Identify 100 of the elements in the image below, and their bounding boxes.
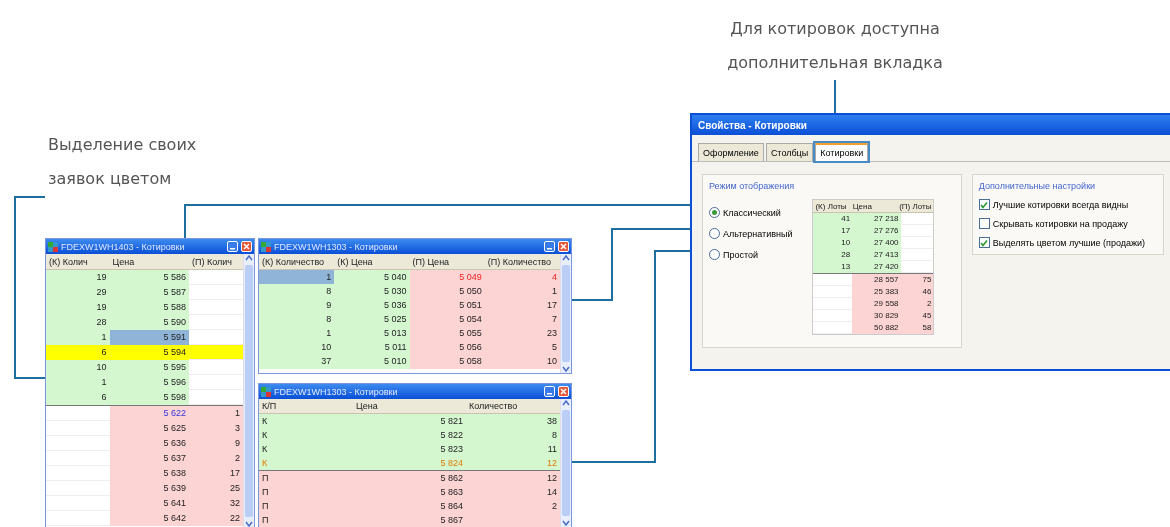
- table-cell: 27 400: [852, 237, 901, 249]
- radio-label: Альтернативный: [723, 228, 793, 239]
- caption-text: дополнительная вкладка: [726, 52, 944, 74]
- scroll-up-icon: [562, 254, 570, 262]
- app-icon: [261, 386, 271, 397]
- radio-label: Простой: [723, 249, 759, 260]
- table-cell: 5 636: [109, 436, 189, 451]
- column-header[interactable]: Цена: [850, 201, 898, 211]
- caption-text: заявок цветом: [48, 168, 173, 190]
- minimize-button[interactable]: [227, 241, 238, 252]
- table-cell: 58: [900, 322, 934, 334]
- radio-button[interactable]: [709, 249, 720, 260]
- table-cell: 27 420: [852, 261, 901, 273]
- table-cell: [900, 213, 934, 225]
- close-button[interactable]: [558, 241, 569, 252]
- column-header[interactable]: (П) Лоты: [897, 201, 934, 211]
- column-header[interactable]: К/П: [259, 401, 354, 411]
- table-cell: 5 639: [109, 481, 189, 496]
- column-header[interactable]: (К) Лоты: [813, 201, 851, 211]
- scrollbar[interactable]: [560, 254, 571, 373]
- column-header[interactable]: (К) Цена: [334, 256, 410, 267]
- tab[interactable]: Оформление: [698, 143, 764, 161]
- window-title: FDEXW1WH1303 - Котировки: [274, 386, 399, 397]
- column-header[interactable]: (П) Колич: [188, 256, 243, 267]
- table-cell: 10: [46, 360, 110, 375]
- checkmark-icon: [980, 200, 989, 209]
- app-icon: [261, 241, 271, 252]
- table-cell: 32: [188, 496, 243, 511]
- table-cell: 10: [813, 237, 853, 249]
- table-cell: 1: [46, 375, 110, 390]
- table-cell: П: [259, 513, 354, 527]
- table-cell: 17: [188, 466, 243, 481]
- column-header[interactable]: Цена: [353, 401, 466, 411]
- scroll-thumb[interactable]: [562, 410, 570, 516]
- scroll-up-icon: [562, 399, 570, 407]
- radio-button[interactable]: [709, 207, 720, 218]
- table-cell: 2: [188, 451, 243, 466]
- column-header[interactable]: (К) Колич: [46, 256, 110, 267]
- table-cell: 5 010: [334, 354, 410, 369]
- table-cell: 27 218: [852, 213, 901, 225]
- window-title: FDEXW1WH1303 - Котировки: [274, 241, 399, 252]
- tab[interactable]: Котировки: [815, 143, 869, 161]
- close-icon: [560, 388, 567, 395]
- radio-button[interactable]: [709, 228, 720, 239]
- group-title: Дополнительные настройки: [978, 181, 1097, 191]
- table-cell: 29 558: [852, 298, 901, 310]
- table-cell: 5 622: [109, 406, 189, 421]
- table-cell: 41: [813, 213, 853, 225]
- scroll-down-icon: [562, 365, 570, 373]
- close-icon: [560, 243, 567, 250]
- column-header[interactable]: Количество: [465, 401, 560, 411]
- table-cell: 5 598: [109, 390, 189, 405]
- scrollbar[interactable]: [243, 254, 254, 527]
- checkbox-label: Скрывать котировки на продажу: [992, 218, 1128, 229]
- column-header[interactable]: (К) Количество: [259, 256, 335, 267]
- table-cell: 5 642: [109, 511, 189, 526]
- scroll-down-icon: [245, 520, 253, 527]
- checkmark-icon: [980, 238, 989, 247]
- tab[interactable]: Столбцы: [765, 143, 814, 161]
- minimize-button[interactable]: [544, 241, 555, 252]
- checkbox-label: Выделять цветом лучшие (продажи): [992, 237, 1146, 248]
- scroll-thumb[interactable]: [245, 265, 253, 517]
- close-button[interactable]: [558, 386, 569, 397]
- table-cell: 30 829: [852, 310, 901, 322]
- table-cell: 75: [900, 274, 934, 286]
- table-cell: 3: [188, 421, 243, 436]
- table-cell: 27 276: [852, 225, 901, 237]
- table-cell: 28: [46, 315, 110, 330]
- scrollbar[interactable]: [560, 399, 571, 527]
- close-button[interactable]: [241, 241, 252, 252]
- table-cell: 45: [900, 310, 934, 322]
- checkbox-label: Лучшие котировки всегда видны: [992, 199, 1129, 210]
- column-header[interactable]: Цена: [109, 256, 189, 267]
- column-header[interactable]: (П) Количество: [484, 256, 560, 267]
- table-cell: [900, 225, 934, 237]
- table-cell: 28: [813, 249, 853, 261]
- table-cell: 22: [188, 511, 243, 526]
- table-cell: 50 882: [852, 322, 901, 334]
- table-cell: 5 641: [109, 496, 189, 511]
- table-cell: 5 638: [109, 466, 189, 481]
- table-cell: 2: [900, 298, 934, 310]
- checkbox[interactable]: [978, 237, 990, 248]
- table-cell: 5 590: [109, 315, 189, 330]
- table-cell: 13: [813, 261, 853, 273]
- column-header[interactable]: (П) Цена: [409, 256, 485, 267]
- scroll-down-icon: [562, 519, 570, 527]
- table-cell: 29: [46, 285, 110, 300]
- table-cell: 1: [188, 406, 243, 421]
- table-cell: 46: [900, 286, 934, 298]
- scroll-thumb[interactable]: [562, 265, 570, 362]
- table-cell: 10: [484, 354, 560, 369]
- table-cell: 5 625: [109, 421, 189, 436]
- checkbox[interactable]: [978, 199, 990, 210]
- table-cell: [900, 249, 934, 261]
- table-cell: 19: [46, 270, 110, 285]
- minimize-button[interactable]: [544, 386, 555, 397]
- checkbox[interactable]: [978, 218, 990, 229]
- dialog-title: Свойства - Котировки: [692, 115, 1170, 135]
- scroll-up-icon: [245, 254, 253, 262]
- table-cell: 5 586: [109, 270, 189, 285]
